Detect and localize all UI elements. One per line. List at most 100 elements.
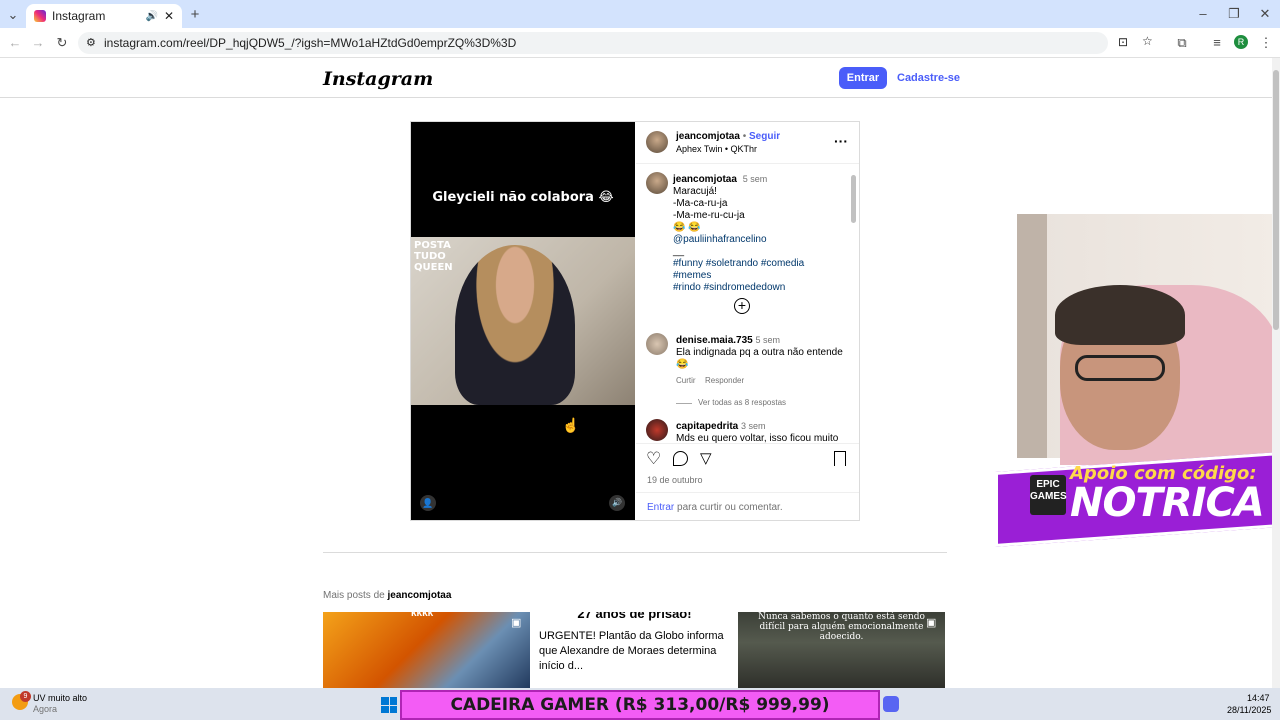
caption-line: Maracujá!: [673, 186, 717, 197]
promo-banner: CADEIRA GAMER (R$ 313,00/R$ 999,99): [400, 690, 880, 720]
cursor-hand-icon: ☝: [562, 417, 580, 433]
caption-username[interactable]: jeancomjotaa: [673, 174, 737, 185]
back-icon[interactable]: ←: [6, 35, 24, 50]
video-watermark: POSTA TUDO QUEEN: [414, 240, 453, 273]
bookmark-star-icon[interactable]: ☆: [1142, 34, 1153, 48]
url-text: instagram.com/reel/DP_hqjQDW5_/?igsh=MWo…: [104, 36, 517, 50]
site-info-icon[interactable]: ⚙: [86, 36, 96, 49]
post-thumbnail[interactable]: 27 anos de prisão! URGENTE! Plantão da G…: [531, 612, 738, 688]
clock-time[interactable]: 14:47: [1247, 693, 1270, 703]
tab-list-icon[interactable]: ⌄: [4, 7, 22, 23]
reload-icon[interactable]: ↻: [53, 35, 71, 51]
install-app-icon[interactable]: ⊡: [1118, 35, 1128, 49]
caption-mention[interactable]: @pauliinhafrancelino: [673, 234, 843, 246]
caption-line: -Ma-me-ru-cu-ja: [673, 210, 745, 221]
page-scrollbar[interactable]: [1272, 58, 1280, 688]
reply-link[interactable]: Responder: [705, 376, 744, 385]
restore-icon[interactable]: ❐: [1225, 6, 1243, 22]
caption-line: -Ma-ca-ru-ja: [673, 198, 728, 209]
instagram-logo[interactable]: Instagram: [323, 68, 433, 90]
discord-icon[interactable]: [883, 696, 899, 712]
header-divider: [636, 163, 859, 164]
tagged-user-icon[interactable]: 👤: [420, 495, 436, 511]
caption-time: 5 sem: [742, 174, 768, 184]
page-scrollbar-thumb[interactable]: [1273, 70, 1279, 330]
comment-avatar[interactable]: [646, 419, 668, 441]
author-username[interactable]: jeancomjotaa: [676, 131, 740, 142]
section-divider: [323, 552, 947, 553]
thumb-title: 27 anos de prisão!: [577, 612, 692, 621]
reel-icon: ▣: [511, 617, 522, 629]
caption-hashtags[interactable]: #rindo #sindromededown: [673, 282, 843, 294]
share-icon[interactable]: ▽: [700, 449, 712, 467]
comment-text: 😂: [676, 359, 689, 370]
weather-sub: Agora: [33, 704, 58, 714]
more-options-icon[interactable]: ···: [834, 133, 848, 149]
weather-badge: 9: [20, 691, 31, 702]
follow-link[interactable]: Seguir: [749, 131, 780, 142]
epic-games-logo: EPIC GAMES: [1030, 475, 1067, 515]
login-divider: [636, 492, 859, 493]
instagram-header: [0, 58, 1272, 98]
separator-dot: •: [742, 131, 747, 142]
video-person: [455, 245, 575, 405]
window-close-icon[interactable]: ✕: [1256, 6, 1274, 22]
profile-avatar[interactable]: R: [1234, 35, 1248, 49]
like-heart-icon[interactable]: ♡: [646, 449, 661, 469]
thumb-text: kkkk: [411, 612, 434, 619]
reel-icon: ▣: [926, 617, 937, 629]
thumb-body: URGENTE! Plantão da Globo informa que Al…: [539, 630, 724, 672]
minimize-icon[interactable]: –: [1194, 6, 1212, 21]
comment-text: Ela indignada pq a outra não entende: [676, 347, 843, 358]
windows-start-icon[interactable]: [381, 697, 397, 713]
thumb-quote: Nunca sabemos o quanto está sendo difíci…: [758, 612, 925, 642]
forward-icon[interactable]: →: [29, 35, 47, 50]
instagram-favicon-icon: [34, 10, 46, 22]
author-avatar[interactable]: [646, 131, 668, 153]
like-comment-link[interactable]: Curtir: [676, 376, 696, 385]
caption-avatar[interactable]: [646, 172, 668, 194]
more-posts-user[interactable]: jeancomjotaa: [387, 590, 451, 601]
webcam-door: [1017, 214, 1047, 458]
weather-text[interactable]: UV muito alto: [33, 693, 87, 703]
video-caption-text: Gleycieli não colabora 😂: [432, 190, 614, 205]
comment-avatar[interactable]: [646, 333, 668, 355]
post-date: 19 de outubro: [647, 475, 703, 485]
actions-divider: [636, 443, 859, 444]
media-controls-icon[interactable]: ≡: [1208, 35, 1226, 50]
support-code: NOTRICA: [1070, 480, 1265, 526]
tab-instagram[interactable]: Instagram 🔊 ✕: [26, 4, 182, 28]
comment-icon[interactable]: [673, 451, 688, 466]
caption-dash: __: [673, 246, 685, 257]
tab-close-icon[interactable]: ✕: [164, 9, 174, 23]
caption-hashtags[interactable]: #funny #soletrando #comedia #memes: [673, 258, 843, 282]
audio-playing-icon[interactable]: 🔊: [145, 11, 157, 22]
login-prompt-text: para curtir ou comentar.: [674, 502, 783, 513]
webcam-glasses: [1075, 355, 1165, 381]
comment-time: 3 sem: [741, 421, 766, 431]
extensions-icon[interactable]: ⧉: [1173, 35, 1191, 51]
audio-info[interactable]: Aphex Twin • QKThr: [676, 144, 757, 154]
save-bookmark-icon[interactable]: [834, 451, 846, 466]
signup-link[interactable]: Cadastre-se: [897, 72, 960, 84]
comment-username[interactable]: capitapedrita: [676, 421, 738, 432]
view-replies-link[interactable]: Ver todas as 8 respostas: [698, 398, 786, 407]
post-thumbnail[interactable]: kkkk ▣: [323, 612, 530, 688]
post-thumbnail[interactable]: Nunca sabemos o quanto está sendo difíci…: [738, 612, 945, 688]
comment-username[interactable]: denise.maia.735: [676, 335, 753, 346]
tab-title: Instagram: [52, 9, 106, 23]
replies-line: [676, 403, 692, 404]
webcam-hair: [1055, 285, 1185, 345]
comments-scrollbar[interactable]: [851, 175, 856, 223]
login-prompt-link[interactable]: Entrar: [647, 502, 674, 513]
caption-line: 😂 😂: [673, 222, 701, 233]
clock-date[interactable]: 28/11/2025: [1227, 705, 1271, 715]
load-more-comments-icon[interactable]: +: [734, 298, 750, 314]
mute-icon[interactable]: 🔊: [609, 495, 625, 511]
login-button[interactable]: Entrar: [839, 67, 887, 89]
address-bar[interactable]: ⚙ instagram.com/reel/DP_hqjQDW5_/?igsh=M…: [78, 32, 1153, 54]
comment-time: 5 sem: [755, 335, 781, 345]
new-tab-icon[interactable]: +: [186, 6, 204, 23]
browser-menu-icon[interactable]: ⋮: [1257, 35, 1275, 51]
more-posts-label: Mais posts de: [323, 590, 388, 601]
